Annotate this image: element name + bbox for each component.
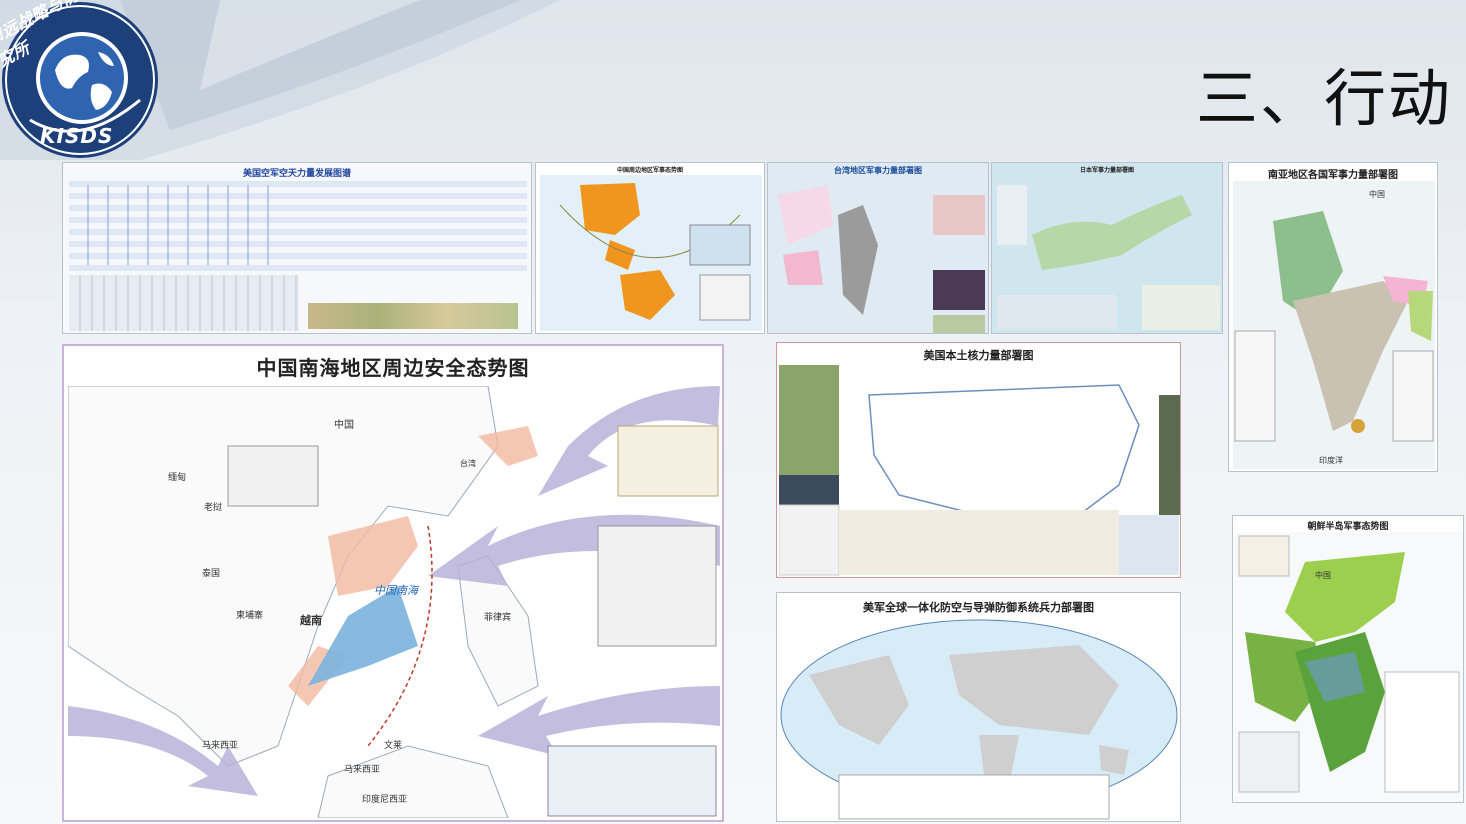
map-title: 美国空军空天力量发展图谱	[242, 169, 351, 179]
map-title: 中国南海地区周边安全态势图	[256, 356, 530, 380]
map-us-air-defense: 美军全球一体化防空与导弹防御系统兵力部署图	[776, 592, 1181, 822]
label-philippines: 菲律宾	[484, 613, 512, 623]
label-indian-ocean: 印度洋	[1319, 456, 1343, 465]
label-taiwan: 台湾	[460, 459, 476, 468]
label-laos: 老挝	[204, 503, 223, 513]
label-south-china-sea: 中国南海	[374, 584, 418, 597]
map-title: 美军全球一体化防空与导弹防御系统兵力部署图	[863, 601, 1094, 614]
label-malaysia-east: 马来西亚	[344, 765, 381, 775]
page-title: 三、行动	[1195, 62, 1452, 135]
map-taiwan: 台湾地区军事力量部署图	[767, 162, 989, 334]
map-korea: 朝鲜半岛军事态势图 中国	[1232, 515, 1464, 803]
label-china: 中国	[1315, 571, 1331, 580]
map-title: 南亚地区各国军事力量部署图	[1268, 170, 1398, 181]
map-title: 中国周边地区军事态势图	[616, 167, 683, 174]
map-title: 朝鲜半岛军事态势图	[1307, 522, 1389, 532]
map-title: 日本军事力量部署图	[1079, 167, 1134, 174]
map-us-nuclear: 美国本土核力量部署图	[776, 342, 1181, 578]
label-indonesia: 印度尼西亚	[362, 795, 408, 805]
label-thailand: 泰国	[202, 569, 221, 579]
label-vietnam: 越南	[300, 614, 322, 627]
map-china-periphery: 中国周边地区军事态势图	[535, 162, 765, 334]
label-china: 中国	[1369, 190, 1385, 199]
label-brunei: 文莱	[384, 741, 403, 751]
map-south-asia: 南亚地区各国军事力量部署图 中国 印度洋	[1228, 162, 1438, 472]
map-us-air-force: 美国空军空天力量发展图谱	[62, 162, 532, 334]
kisds-logo: 知远战略与防务研究所 KISDS	[0, 0, 160, 160]
label-cambodia: 柬埔寨	[236, 611, 264, 621]
map-title: 美国本土核力量部署图	[923, 349, 1034, 362]
logo-abbr: KISDS	[40, 124, 114, 148]
label-china: 中国	[334, 420, 354, 431]
label-myanmar: 缅甸	[168, 473, 187, 483]
label-malaysia: 马来西亚	[202, 741, 239, 751]
map-south-china-sea: 中国南海地区周边安全态势图 中国 缅甸 老挝 泰国 柬埔寨 越南 中国南海 台湾…	[62, 344, 724, 822]
map-japan: 日本军事力量部署图	[991, 162, 1223, 334]
